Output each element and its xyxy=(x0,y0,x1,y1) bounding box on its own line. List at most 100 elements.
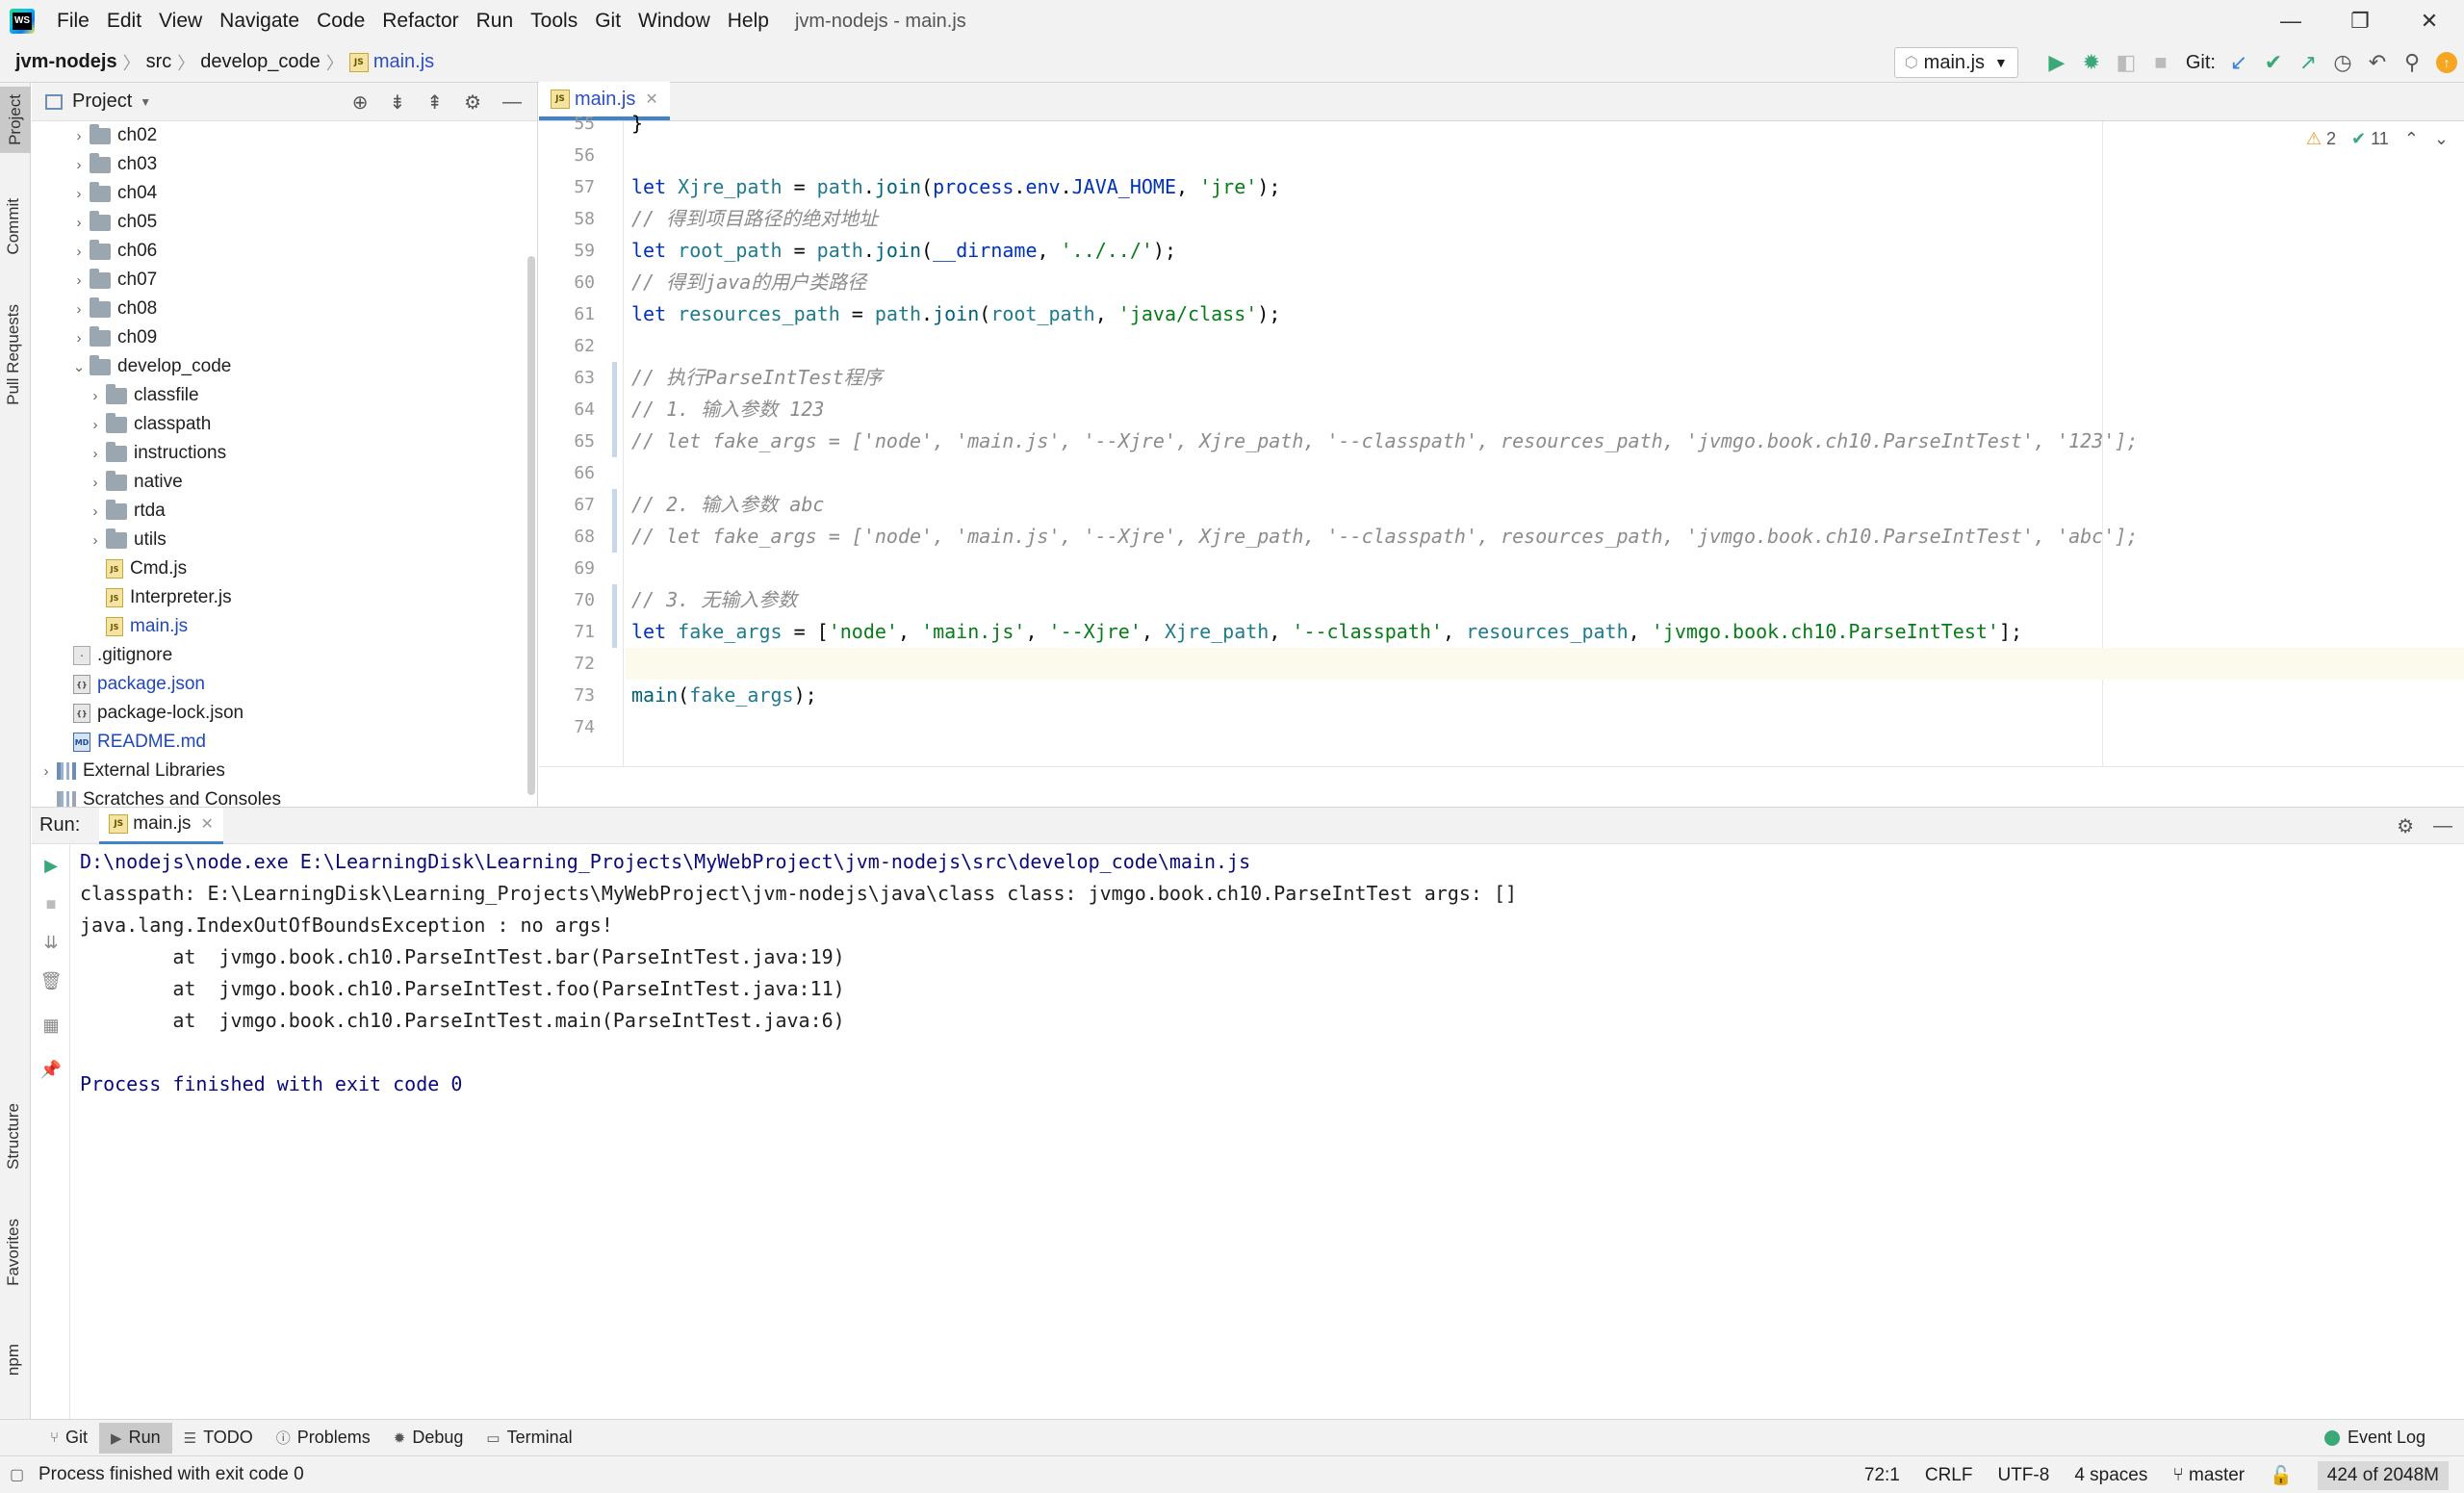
tree-item[interactable]: {} package.json xyxy=(32,670,537,699)
breadcrumb-file[interactable]: JS main.js xyxy=(344,51,440,73)
layout-icon[interactable]: ▦ xyxy=(39,1014,63,1037)
chevron-right-icon[interactable]: › xyxy=(68,157,90,173)
breadcrumb-develop-code[interactable]: develop_code xyxy=(194,51,326,73)
vcs-change-marker[interactable] xyxy=(612,489,617,553)
close-tab-icon[interactable]: ✕ xyxy=(200,814,213,834)
tree-item[interactable]: MD README.md xyxy=(32,728,537,757)
chevron-right-icon[interactable]: › xyxy=(85,417,106,433)
run-icon[interactable]: ▶ xyxy=(2040,45,2074,80)
vcs-change-marker[interactable] xyxy=(612,584,617,648)
breadcrumb-src[interactable]: src xyxy=(141,51,178,73)
chevron-right-icon[interactable]: › xyxy=(68,301,90,318)
tree-item[interactable]: › classpath xyxy=(32,410,537,439)
menu-edit[interactable]: Edit xyxy=(98,10,150,33)
coverage-icon[interactable]: ◧ xyxy=(2109,45,2143,80)
tool-tab-debug[interactable]: ✹ Debug xyxy=(382,1423,475,1454)
menu-window[interactable]: Window xyxy=(629,10,719,33)
tool-tab-terminal[interactable]: ▭ Terminal xyxy=(475,1423,583,1454)
chevron-down-icon[interactable]: ⌄ xyxy=(2434,129,2449,149)
tab-structure[interactable]: Structure xyxy=(4,1103,23,1170)
chevron-up-icon[interactable]: ⌃ xyxy=(2404,129,2419,149)
tab-pull-requests[interactable]: Pull Requests xyxy=(4,304,23,405)
search-icon[interactable]: ⚲ xyxy=(2395,45,2429,80)
tool-tab-git[interactable]: ⑂ Git xyxy=(38,1423,99,1454)
gear-icon[interactable]: ⚙ xyxy=(2397,814,2414,838)
editor-horizontal-scrollbar[interactable] xyxy=(539,766,2464,807)
tree-item[interactable]: JS main.js xyxy=(32,612,537,641)
menu-navigate[interactable]: Navigate xyxy=(211,10,308,33)
tab-project[interactable]: Project xyxy=(0,87,31,153)
tree-item[interactable]: › ch03 xyxy=(32,150,537,179)
close-icon[interactable]: ✕ xyxy=(2395,0,2464,42)
menu-view[interactable]: View xyxy=(150,10,211,33)
run-configuration-selector[interactable]: ⬡ main.js ▼ xyxy=(1893,47,2018,78)
gear-icon[interactable]: ⚙ xyxy=(464,90,481,115)
chevron-right-icon[interactable]: › xyxy=(68,272,90,289)
tab-favorites[interactable]: Favorites xyxy=(4,1219,23,1286)
chevron-right-icon[interactable]: › xyxy=(36,763,57,780)
close-tab-icon[interactable]: ✕ xyxy=(645,90,657,109)
menu-refactor[interactable]: Refactor xyxy=(373,10,467,33)
tool-tab-run[interactable]: ▶ Run xyxy=(99,1422,172,1454)
tree-item[interactable]: › ch08 xyxy=(32,295,537,323)
inspection-widget[interactable]: ⚠ 2 ✔ 11 ⌃ ⌄ xyxy=(2306,129,2449,149)
tree-item[interactable]: › classfile xyxy=(32,381,537,410)
expand-all-icon[interactable]: ⇟ xyxy=(390,90,406,115)
chevron-right-icon[interactable]: › xyxy=(85,503,106,520)
chevron-down-icon[interactable]: ▼ xyxy=(140,95,151,109)
tree-item[interactable]: › native xyxy=(32,468,537,497)
code-editor[interactable]: } let Xjre_path = path.join(process.env.J… xyxy=(626,112,2464,766)
run-tab-main-js[interactable]: JS main.js ✕ xyxy=(99,807,223,844)
chevron-right-icon[interactable]: › xyxy=(68,215,90,231)
chevron-right-icon[interactable]: › xyxy=(85,446,106,462)
status-panel-icon[interactable]: ▢ xyxy=(10,1465,24,1484)
chevron-right-icon[interactable]: › xyxy=(68,244,90,260)
chevron-down-icon[interactable]: ⌄ xyxy=(68,358,90,375)
chevron-right-icon[interactable]: › xyxy=(85,388,106,404)
project-scrollbar[interactable] xyxy=(527,256,535,795)
tree-item[interactable]: ⌄ develop_code xyxy=(32,352,537,381)
hide-icon[interactable]: — xyxy=(2433,815,2452,837)
memory-indicator[interactable]: 424 of 2048M xyxy=(2317,1460,2449,1490)
tree-item[interactable]: JS Interpreter.js xyxy=(32,583,537,612)
menu-git[interactable]: Git xyxy=(586,10,629,33)
tree-item[interactable]: {} package-lock.json xyxy=(32,699,537,728)
chevron-right-icon[interactable]: › xyxy=(68,186,90,202)
tree-item[interactable]: › ch09 xyxy=(32,323,537,352)
event-log-button[interactable]: Event Log xyxy=(2323,1428,2426,1448)
tree-item[interactable]: › External Libraries xyxy=(32,757,537,785)
tree-item[interactable]: › ch05 xyxy=(32,208,537,237)
chevron-right-icon[interactable]: › xyxy=(85,475,106,491)
tool-tab-todo[interactable]: ☰ TODO xyxy=(172,1423,265,1454)
git-branch[interactable]: ⑂ master xyxy=(2172,1465,2245,1486)
chevron-right-icon[interactable]: › xyxy=(68,330,90,347)
debug-icon[interactable]: ✹ xyxy=(2074,45,2109,80)
menu-file[interactable]: File xyxy=(48,10,98,33)
tree-item[interactable]: › ch02 xyxy=(32,121,537,150)
tree-item[interactable]: › utils xyxy=(32,526,537,554)
git-push-icon[interactable]: ↗ xyxy=(2291,45,2325,80)
scroll-to-end-icon[interactable]: ⇊ xyxy=(39,931,63,954)
tree-item[interactable]: JS Cmd.js xyxy=(32,554,537,583)
locate-icon[interactable]: ⊕ xyxy=(352,90,369,115)
update-icon[interactable]: ↑ xyxy=(2429,45,2464,80)
tree-item[interactable]: › instructions xyxy=(32,439,537,468)
restore-icon[interactable]: ❐ xyxy=(2325,0,2395,42)
file-encoding[interactable]: UTF-8 xyxy=(1997,1465,2049,1486)
console-output[interactable]: D:\nodejs\node.exe E:\LearningDisk\Learn… xyxy=(80,846,2464,1419)
history-icon[interactable]: ◷ xyxy=(2325,45,2360,80)
menu-tools[interactable]: Tools xyxy=(522,10,586,33)
tree-item[interactable]: › ch04 xyxy=(32,179,537,208)
project-panel-title[interactable]: Project xyxy=(72,90,132,113)
tree-item[interactable]: › rtda xyxy=(32,497,537,526)
chevron-right-icon[interactable]: › xyxy=(68,128,90,144)
tool-tab-problems[interactable]: ⓘ Problems xyxy=(265,1423,382,1454)
line-separator[interactable]: CRLF xyxy=(1925,1465,1973,1486)
indent-setting[interactable]: 4 spaces xyxy=(2074,1465,2147,1486)
menu-run[interactable]: Run xyxy=(468,10,523,33)
rollback-icon[interactable]: ↶ xyxy=(2360,45,2395,80)
caret-position[interactable]: 72:1 xyxy=(1864,1465,1900,1486)
breadcrumb-project[interactable]: jvm-nodejs xyxy=(0,51,123,73)
trash-icon[interactable]: 🗑 xyxy=(39,969,63,992)
stop-icon[interactable]: ■ xyxy=(39,892,63,915)
